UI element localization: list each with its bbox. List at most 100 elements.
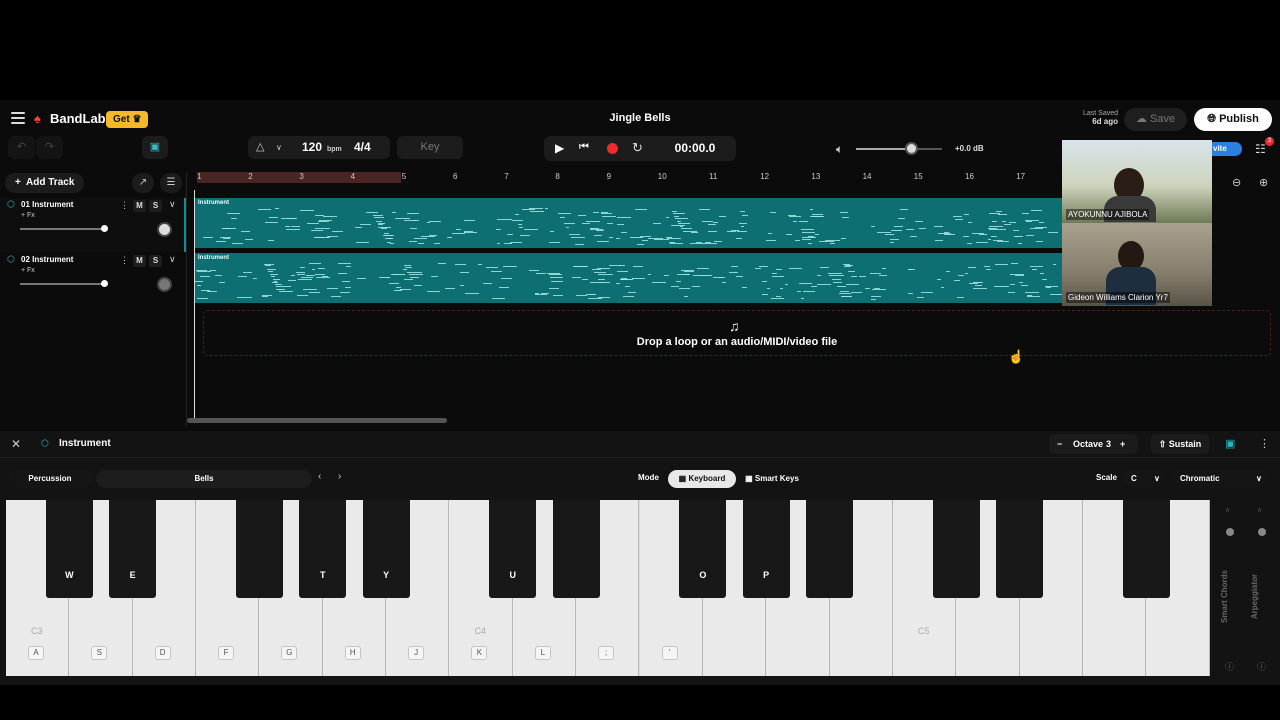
track-lane-2[interactable]: Instrument: [194, 253, 1080, 303]
redo-button[interactable]: ↷: [36, 136, 63, 159]
horizontal-scrollbar[interactable]: [187, 418, 447, 423]
midi-note: [809, 216, 823, 218]
gift-icon[interactable]: ☷: [1255, 142, 1266, 156]
solo-button[interactable]: S: [149, 200, 162, 212]
save-button[interactable]: ☁ Save: [1124, 108, 1187, 131]
project-title[interactable]: Jingle Bells: [540, 112, 740, 124]
black-key[interactable]: [996, 500, 1044, 598]
octave-minus-button[interactable]: −: [1057, 434, 1062, 454]
fx-button[interactable]: + Fx: [21, 267, 35, 274]
drop-zone[interactable]: ♫ Drop a loop or an audio/MIDI/video fil…: [203, 310, 1271, 356]
track-header-2[interactable]: ⬡ 02 Instrument + Fx ⋮ M S ∨: [0, 253, 186, 307]
chevron-up-icon[interactable]: ∧: [1225, 506, 1230, 514]
automation-icon[interactable]: ↗: [132, 173, 154, 193]
track-lane-1[interactable]: Instrument: [194, 198, 1080, 248]
view-toggle-button[interactable]: ▣: [142, 136, 168, 159]
loop-icon[interactable]: ↻: [632, 140, 643, 156]
smart-keys-mode-button[interactable]: ▦ Smart Keys: [740, 470, 804, 488]
chevron-right-icon[interactable]: ›: [338, 471, 341, 482]
invite-button[interactable]: vite: [1210, 142, 1242, 156]
track-volume-knob[interactable]: [101, 225, 108, 232]
arpeggiator-toggle[interactable]: ∧ Arpeggiator ⓘ: [1250, 500, 1274, 676]
key-button[interactable]: Key: [397, 136, 463, 159]
info-icon[interactable]: ⓘ: [1257, 660, 1266, 673]
midi-note: [1030, 265, 1044, 267]
track-volume-slider[interactable]: [20, 283, 106, 285]
black-key[interactable]: O: [679, 500, 727, 598]
toggle-knob[interactable]: [1226, 528, 1234, 536]
chevron-up-icon[interactable]: ∧: [1257, 506, 1262, 514]
black-key[interactable]: [552, 500, 600, 598]
midi-note: [692, 275, 706, 277]
time-signature[interactable]: 4/4: [354, 136, 371, 159]
more-options-icon[interactable]: ⋮: [120, 255, 129, 266]
undo-button[interactable]: ↶: [8, 136, 35, 159]
midi-note: [877, 231, 891, 233]
hamburger-menu-icon[interactable]: [11, 112, 25, 124]
play-icon[interactable]: ▶: [555, 141, 564, 155]
black-key[interactable]: [932, 500, 980, 598]
fx-button[interactable]: + Fx: [21, 212, 35, 219]
midi-note: [850, 275, 858, 277]
category-selector[interactable]: Percussion: [8, 470, 92, 488]
region-label: Instrument: [198, 200, 230, 206]
black-key[interactable]: P: [742, 500, 790, 598]
track-header-1[interactable]: ⬡ 01 Instrument + Fx ⋮ M S ∨: [0, 198, 186, 252]
midi-note: [331, 296, 342, 298]
keyboard-mode-button[interactable]: ▦ Keyboard: [668, 470, 736, 488]
mute-button[interactable]: M: [133, 200, 146, 212]
chevron-down-icon[interactable]: ∨: [169, 199, 176, 210]
solo-button[interactable]: S: [149, 255, 162, 267]
scale-root-selector[interactable]: C ∨: [1124, 470, 1166, 488]
midi-note: [776, 296, 782, 298]
bandlab-logo[interactable]: ♠ BandLab: [34, 111, 106, 126]
black-key[interactable]: U: [489, 500, 537, 598]
zoom-out-icon[interactable]: ⊖: [1232, 176, 1241, 189]
mute-button[interactable]: M: [133, 255, 146, 267]
track-volume-slider[interactable]: [20, 228, 106, 230]
chevron-down-icon[interactable]: ∨: [276, 136, 282, 159]
sustain-button[interactable]: ⇧ Sustain: [1151, 434, 1209, 454]
midi-note: [707, 224, 717, 226]
volume-icon[interactable]: 🔈︎: [836, 142, 843, 157]
master-volume-knob[interactable]: [905, 142, 918, 155]
black-key[interactable]: T: [299, 500, 347, 598]
preset-selector[interactable]: Bells: [96, 470, 312, 488]
black-key[interactable]: [235, 500, 283, 598]
chevron-down-icon[interactable]: ∨: [169, 254, 176, 265]
black-key[interactable]: [806, 500, 854, 598]
midi-note: [787, 215, 796, 217]
pan-knob[interactable]: [157, 277, 172, 292]
scale-type-selector[interactable]: Chromatic ∨: [1170, 470, 1270, 488]
zoom-in-icon[interactable]: ⊕: [1259, 176, 1268, 189]
midi-note: [407, 212, 419, 214]
mixer-icon[interactable]: ☰: [160, 173, 182, 193]
black-key[interactable]: Y: [362, 500, 410, 598]
bpm-value[interactable]: 120: [302, 136, 322, 159]
playhead[interactable]: [194, 190, 195, 420]
record-button[interactable]: [607, 143, 618, 154]
black-key[interactable]: [1122, 500, 1170, 598]
info-icon[interactable]: ⓘ: [1225, 660, 1234, 673]
chevron-left-icon[interactable]: ‹: [318, 471, 321, 482]
more-options-icon[interactable]: ⋮: [1259, 437, 1270, 450]
metronome-icon[interactable]: △: [256, 136, 264, 159]
piano-keyboard[interactable]: A S D F G H J K L; ' W E T Y U O P C3 C4 C5: [6, 500, 1210, 676]
smart-chords-toggle[interactable]: ∧ Smart Chords ⓘ: [1220, 500, 1242, 676]
layout-icon[interactable]: ▣: [1225, 437, 1235, 450]
add-track-button[interactable]: + Add Track: [5, 173, 85, 193]
track-name[interactable]: 01 Instrument: [21, 200, 73, 209]
black-key[interactable]: W: [45, 500, 93, 598]
midi-note: [1036, 241, 1043, 243]
get-membership-button[interactable]: Get ♛: [106, 111, 149, 128]
rewind-icon[interactable]: ⏮︎: [579, 141, 589, 154]
track-volume-knob[interactable]: [101, 280, 108, 287]
toggle-knob[interactable]: [1258, 528, 1266, 536]
more-options-icon[interactable]: ⋮: [120, 200, 129, 211]
pan-knob[interactable]: [157, 222, 172, 237]
publish-button[interactable]: 🌐︎ Publish: [1194, 108, 1272, 131]
octave-plus-button[interactable]: +: [1120, 434, 1125, 454]
black-key[interactable]: E: [109, 500, 157, 598]
track-name[interactable]: 02 Instrument: [21, 255, 73, 264]
close-icon[interactable]: ✕: [11, 437, 21, 451]
